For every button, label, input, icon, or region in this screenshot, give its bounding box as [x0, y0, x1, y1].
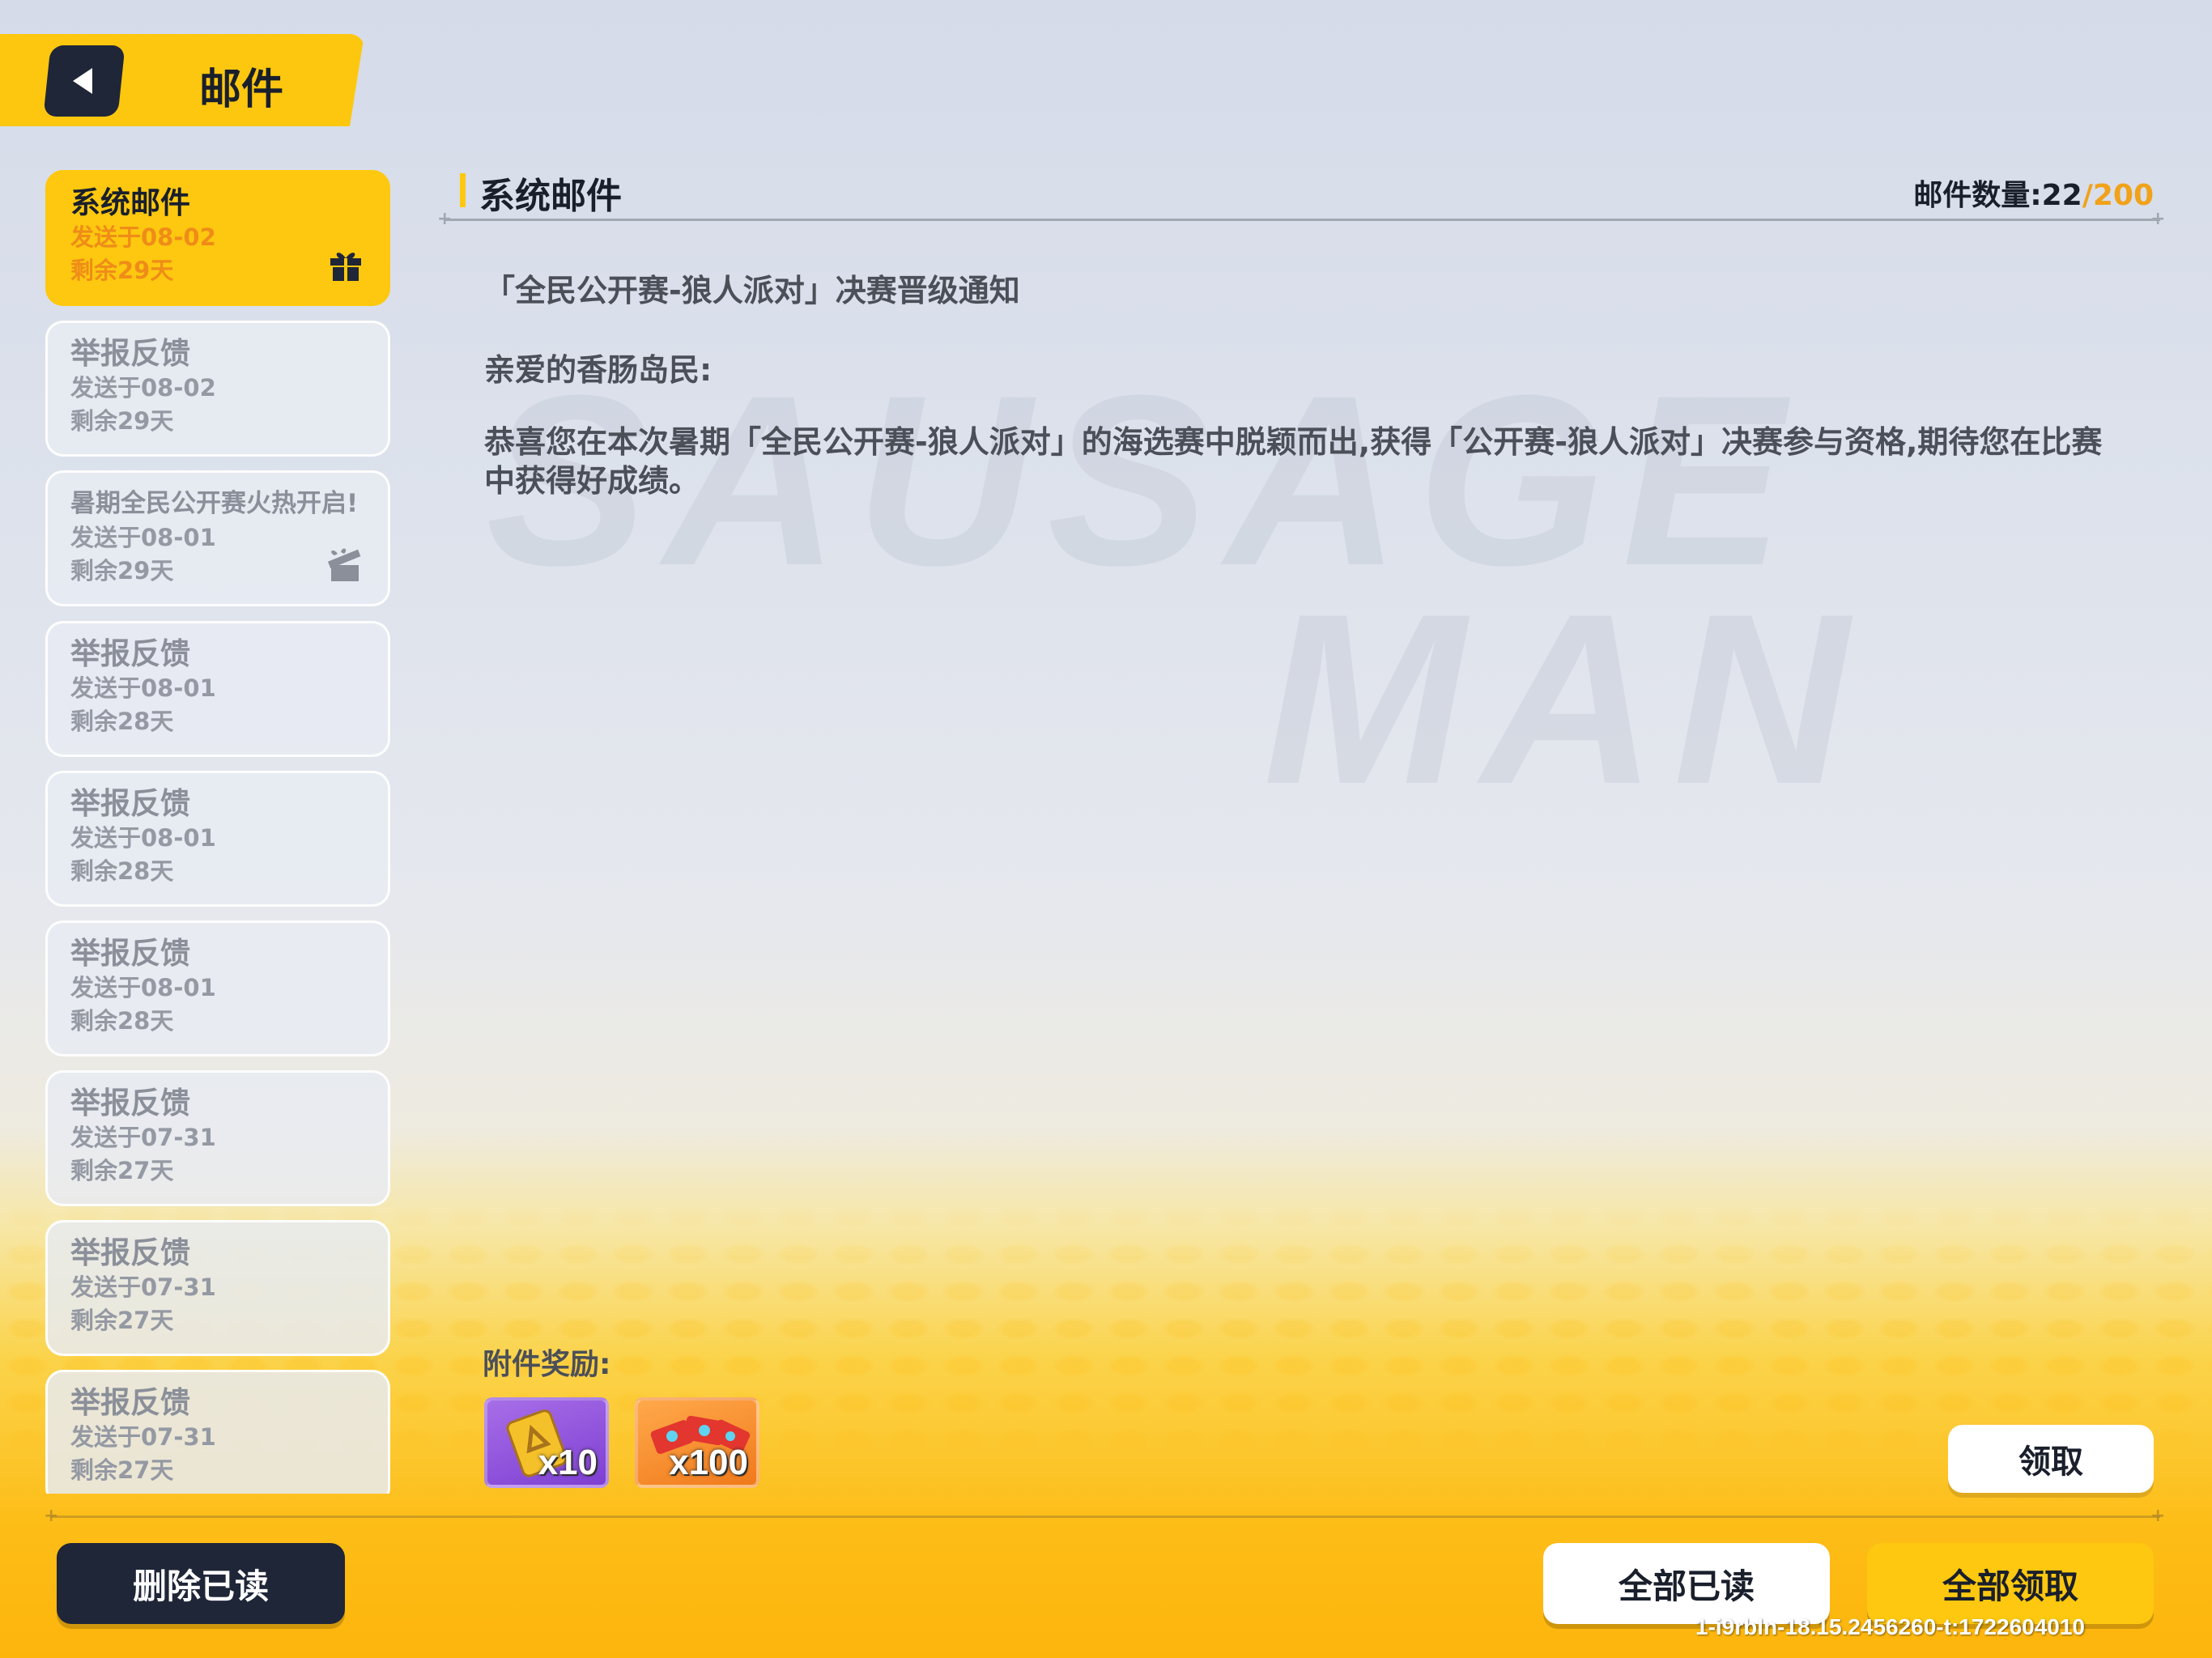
mail-item-system[interactable]: 系统邮件 发送于08-02 剩余29天: [45, 170, 390, 306]
divider-cross: +: [437, 209, 453, 229]
read-all-button[interactable]: 全部已读: [1543, 1543, 1830, 1624]
reward-item[interactable]: x100: [635, 1397, 759, 1488]
mail-item-title: 举报反馈: [70, 1385, 190, 1420]
mail-item-remaining: 剩余28天: [70, 1007, 174, 1035]
mail-item[interactable]: 举报反馈 发送于08-01 剩余28天: [45, 771, 390, 907]
mail-count: 邮件数量:22/200: [1913, 172, 2154, 214]
mail-item-title: 举报反馈: [70, 336, 190, 371]
mail-item-remaining: 剩余27天: [70, 1307, 174, 1334]
title-accent-bar: [460, 173, 466, 207]
version-text: 1-i9rbln-18.15.2456260-t:1722604010: [1695, 1614, 2086, 1639]
mail-item-remaining: 剩余28天: [70, 857, 174, 885]
reward-quantity: x10: [538, 1443, 598, 1482]
page-title: 邮件: [199, 66, 284, 114]
mail-item-sent-date: 发送于08-01: [70, 674, 216, 702]
divider: [50, 1516, 2160, 1518]
divider-cross: +: [44, 1506, 59, 1526]
divider: [444, 219, 2160, 221]
attachments-label: 附件奖励:: [483, 1348, 611, 1381]
mail-item[interactable]: 举报反馈 发送于08-01 剩余28天: [45, 621, 390, 757]
mail-count-label: 邮件数量:: [1913, 179, 2042, 212]
mail-item-sent-date: 发送于07-31: [70, 1423, 216, 1451]
claim-all-button[interactable]: 全部领取: [1867, 1543, 2154, 1624]
mail-item[interactable]: 举报反馈 发送于08-01 剩余28天: [45, 920, 390, 1056]
mail-item-sent-date: 发送于07-31: [70, 1124, 216, 1151]
mail-item[interactable]: 举报反馈 发送于08-02 剩余29天: [45, 321, 390, 457]
mail-body: 恭喜您在本次暑期「全民公开赛-狼人派对」的海选赛中脱颖而出,获得「公开赛-狼人派…: [484, 424, 2103, 499]
divider-cross: +: [2150, 209, 2166, 229]
background-wordmark: MAN: [1263, 563, 1865, 835]
mail-item[interactable]: 举报反馈 发送于07-31 剩余27天: [45, 1370, 390, 1494]
back-arrow-icon: [73, 68, 92, 94]
mail-item-title: 举报反馈: [70, 1235, 190, 1270]
mail-item-remaining: 剩余28天: [70, 708, 174, 735]
mail-item-remaining: 剩余29天: [70, 407, 174, 435]
mail-item-sent-date: 发送于08-01: [70, 824, 216, 852]
mail-item-sent-date: 发送于08-01: [70, 974, 216, 1001]
mail-item-title: 系统邮件: [70, 185, 190, 220]
mail-greeting: 亲爱的香肠岛民:: [484, 352, 713, 388]
mail-item-remaining: 剩余27天: [70, 1456, 174, 1484]
mail-item-remaining: 剩余27天: [70, 1157, 174, 1184]
mail-item-title: 举报反馈: [70, 936, 190, 971]
mail-item[interactable]: 举报反馈 发送于07-31 剩余27天: [45, 1070, 390, 1206]
divider-cross: +: [2150, 1506, 2166, 1526]
mail-item-sent-date: 发送于08-02: [70, 374, 216, 402]
mail-content-title: 系统邮件: [479, 176, 622, 217]
mail-item[interactable]: 暑期全民公开赛火热开启! 发送于08-01 剩余29天: [45, 470, 390, 606]
mail-item[interactable]: 举报反馈 发送于07-31 剩余27天: [45, 1220, 390, 1356]
mail-count-max: /200: [2082, 179, 2154, 212]
mail-item-title: 举报反馈: [70, 786, 190, 821]
reward-quantity: x100: [669, 1443, 748, 1482]
back-button[interactable]: [43, 45, 125, 117]
mail-item-sent-date: 发送于07-31: [70, 1273, 216, 1301]
mail-heading: 「全民公开赛-狼人派对」决赛晋级通知: [484, 273, 1020, 308]
mail-count-current: 22: [2041, 179, 2082, 212]
mail-list[interactable]: 系统邮件 发送于08-02 剩余29天 举报反馈 发送于08-02 剩余29天 …: [45, 170, 393, 1494]
mail-item-title: 举报反馈: [70, 636, 190, 671]
mail-item-title: 暑期全民公开赛火热开启!: [70, 489, 359, 518]
opened-gift-icon: [327, 548, 361, 581]
mail-item-title: 举报反馈: [70, 1086, 190, 1120]
reward-item[interactable]: x10: [484, 1397, 609, 1488]
claim-button[interactable]: 领取: [1948, 1425, 2154, 1493]
delete-read-button[interactable]: 删除已读: [57, 1543, 345, 1624]
gift-icon: [330, 253, 361, 281]
